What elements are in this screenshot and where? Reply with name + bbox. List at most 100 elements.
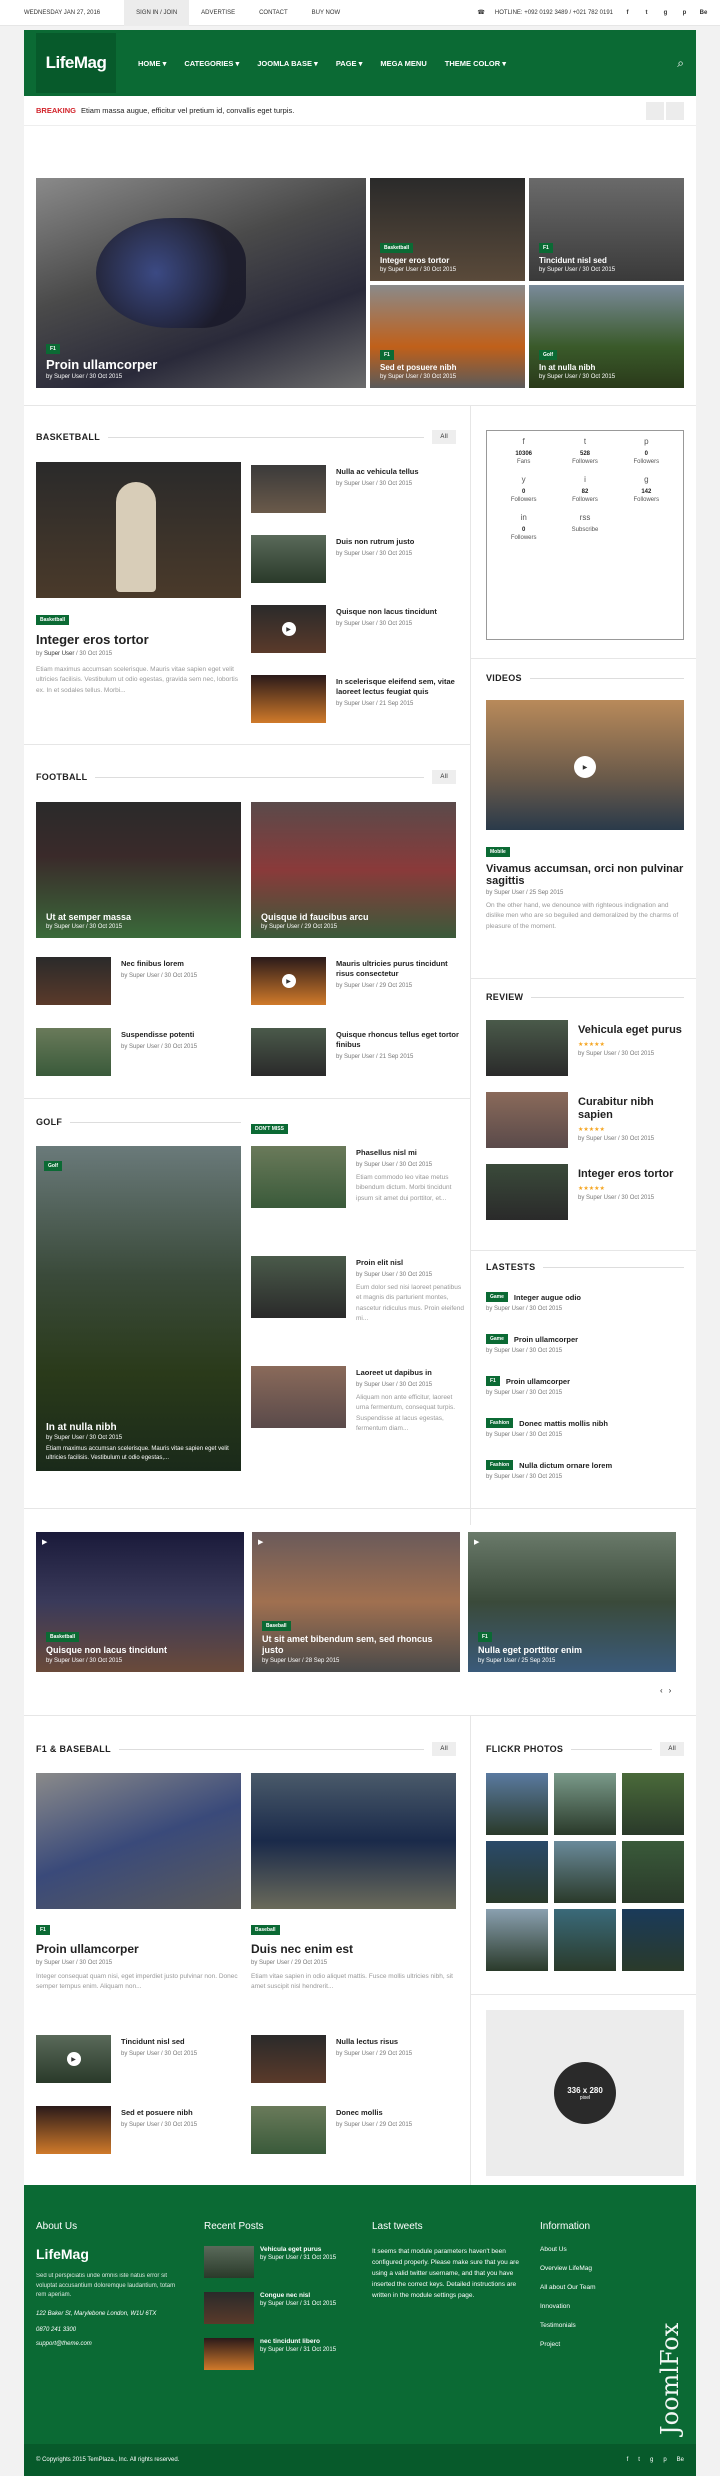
hero-main-badge[interactable]: F1 xyxy=(46,344,60,354)
review-thumb[interactable] xyxy=(486,1092,568,1148)
social-t-icon[interactable]: t xyxy=(554,437,615,446)
lastest-title[interactable]: Donec mattis mollis nibh xyxy=(519,1419,608,1428)
football-item-thumb[interactable] xyxy=(36,1028,111,1076)
f1-item-thumb[interactable] xyxy=(251,2035,326,2083)
hero-tile-1-title[interactable]: Integer eros tortor xyxy=(380,256,517,265)
footer-behance-icon[interactable]: Be xyxy=(677,2457,684,2463)
football-tile-2[interactable]: Quisque id faucibus arcu by Super User / … xyxy=(251,802,456,938)
lastest-title[interactable]: Nulla dictum ornare lorem xyxy=(519,1461,612,1470)
slider-tile[interactable]: ▶ F1 Nulla eget porttitor enim by Super Use… xyxy=(468,1532,676,1672)
social-counter-item[interactable]: g 142 Followers xyxy=(616,475,677,503)
flickr-photo[interactable] xyxy=(486,1841,548,1903)
footer-pinterest-icon[interactable]: p xyxy=(663,2457,666,2463)
play-icon[interactable]: ▶ xyxy=(281,974,296,988)
golf-item-title[interactable]: Laoreet ut dapibus in xyxy=(356,1368,466,1378)
hero-tile-4[interactable]: Golf In at nulla nibh by Super User / 30… xyxy=(529,285,684,388)
footer-recent-thumb[interactable] xyxy=(204,2338,254,2370)
f1-item-title[interactable]: Sed et posuere nibh xyxy=(121,2108,251,2118)
football-tile-1[interactable]: Ut at semper massa by Super User / 30 Oct… xyxy=(36,802,241,938)
lastest-title[interactable]: Proin ullamcorper xyxy=(514,1335,578,1344)
f1-item-thumb[interactable] xyxy=(251,2106,326,2154)
video-thumbnail[interactable]: ▶ xyxy=(486,700,684,830)
social-counter-item[interactable]: in 0 Followers xyxy=(493,513,554,541)
social-p-icon[interactable]: p xyxy=(616,437,677,446)
footer-recent-item[interactable]: Vehicula eget purus by Super User / 31 Oc… xyxy=(204,2246,354,2278)
nav-page[interactable]: PAGE ▾ xyxy=(336,59,363,68)
basketball-item-title[interactable]: Nulla ac vehicula tellus xyxy=(336,467,466,477)
flickr-photo[interactable] xyxy=(554,1909,616,1971)
hero-tile-2[interactable]: F1 Tincidunt nisl sed by Super User / 30… xyxy=(529,178,684,281)
basketball-item-thumb[interactable] xyxy=(251,465,326,513)
site-logo[interactable]: LifeMag xyxy=(36,33,116,93)
social-counter-item[interactable]: p 0 Followers xyxy=(616,437,677,465)
hero-tile-2-title[interactable]: Tincidunt nisl sed xyxy=(539,256,676,265)
buy-now-link[interactable]: BUY NOW xyxy=(300,0,353,26)
flickr-photo[interactable] xyxy=(622,1909,684,1971)
ad-placeholder[interactable]: 336 x 280 pixel xyxy=(486,2010,684,2176)
football-item-thumb[interactable] xyxy=(36,957,111,1005)
breaking-next-button[interactable] xyxy=(666,101,684,120)
f1-big-title[interactable]: Duis nec enim est xyxy=(251,1942,456,1956)
football-item-thumb[interactable] xyxy=(251,1028,326,1076)
golf-item-title[interactable]: Phasellus nisl mi xyxy=(356,1148,466,1158)
nav-home[interactable]: HOME ▾ xyxy=(138,59,166,68)
social-counter-item[interactable]: i 82 Followers xyxy=(554,475,615,503)
f1-item-title[interactable]: Nulla lectus risus xyxy=(336,2037,466,2047)
advertise-link[interactable]: ADVERTISE xyxy=(189,0,247,26)
footer-twitter-icon[interactable]: t xyxy=(638,2457,640,2463)
f1-big-image-2[interactable] xyxy=(251,1773,456,1909)
social-counter-item[interactable]: rss Subscribe xyxy=(554,513,615,541)
basketball-main-title[interactable]: Integer eros tortor xyxy=(36,632,241,647)
footer-recent-item[interactable]: nec tincidunt libero by Super User / 31 O… xyxy=(204,2338,354,2370)
f1-item-title[interactable]: Donec mollis xyxy=(336,2108,466,2118)
nav-joomla-base[interactable]: JOOMLA BASE ▾ xyxy=(257,59,318,68)
basketball-item-title[interactable]: Duis non rutrum justo xyxy=(336,537,466,547)
footer-recent-thumb[interactable] xyxy=(204,2292,254,2324)
basketball-main-badge[interactable]: Basketball xyxy=(36,615,70,625)
football-item-thumb[interactable]: ▶ xyxy=(251,957,326,1005)
social-i-icon[interactable]: i xyxy=(554,475,615,484)
google-plus-icon[interactable]: g xyxy=(661,8,670,17)
lastest-badge[interactable]: Game xyxy=(486,1292,508,1302)
hero-tile-3-badge[interactable]: F1 xyxy=(380,350,394,360)
f1-big-badge[interactable]: F1 xyxy=(36,1925,50,1935)
lastest-title[interactable]: Proin ullamcorper xyxy=(506,1377,570,1386)
basketball-item-title[interactable]: Quisque non lacus tincidunt xyxy=(336,607,466,617)
social-counter-item[interactable]: y 0 Followers xyxy=(493,475,554,503)
footer-facebook-icon[interactable]: f xyxy=(627,2457,629,2463)
review-title-item[interactable]: Integer eros tortor xyxy=(578,1168,686,1181)
video-headline[interactable]: Vivamus accumsan, orci non pulvinar sagi… xyxy=(486,863,684,887)
nav-mega-menu[interactable]: MEGA MENU xyxy=(380,59,426,68)
flickr-photo[interactable] xyxy=(486,1773,548,1835)
hero-tile-4-badge[interactable]: Golf xyxy=(539,350,557,360)
flickr-photo[interactable] xyxy=(554,1773,616,1835)
flickr-all-button[interactable]: All xyxy=(660,1742,684,1756)
lastest-badge[interactable]: Fashion xyxy=(486,1418,514,1428)
f1-big-image-1[interactable] xyxy=(36,1773,241,1909)
f1-all-button[interactable]: All xyxy=(432,1742,456,1756)
hero-tile-2-badge[interactable]: F1 xyxy=(539,243,553,253)
review-title-item[interactable]: Curabitur nibh sapien xyxy=(578,1096,686,1122)
footer-recent-thumb[interactable] xyxy=(204,2246,254,2278)
golf-item-thumb[interactable] xyxy=(251,1366,346,1428)
lastest-badge[interactable]: Fashion xyxy=(486,1460,514,1470)
social-counter-item[interactable]: f 10306 Fans xyxy=(493,437,554,465)
lastest-title[interactable]: Integer augue odio xyxy=(514,1293,581,1302)
flickr-photo[interactable] xyxy=(622,1773,684,1835)
social-g-icon[interactable]: g xyxy=(616,475,677,484)
breaking-text[interactable]: Etiam massa augue, efficitur vel pretium… xyxy=(81,106,294,115)
golf-main-tile[interactable]: Golf In at nulla nibh by Super User / 30 … xyxy=(36,1146,241,1471)
review-title-item[interactable]: Vehicula eget purus xyxy=(578,1024,686,1037)
behance-icon[interactable]: Be xyxy=(699,8,708,17)
football-item-title[interactable]: Suspendisse potenti xyxy=(121,1030,251,1040)
social-rss-icon[interactable]: rss xyxy=(554,513,615,522)
footer-recent-item[interactable]: Congue nec nisl by Super User / 31 Oct 20… xyxy=(204,2292,354,2324)
hero-tile-4-title[interactable]: In at nulla nibh xyxy=(539,363,676,372)
golf-item-title[interactable]: Proin elit nisl xyxy=(356,1258,466,1268)
golf-item-thumb[interactable] xyxy=(251,1146,346,1208)
play-icon[interactable]: ▶ xyxy=(574,756,596,778)
review-thumb[interactable] xyxy=(486,1164,568,1220)
basketball-main-image[interactable] xyxy=(36,462,241,598)
slider-tile[interactable]: ▶ Baseball Ut sit amet bibendum sem, sed r… xyxy=(252,1532,460,1672)
social-y-icon[interactable]: y xyxy=(493,475,554,484)
